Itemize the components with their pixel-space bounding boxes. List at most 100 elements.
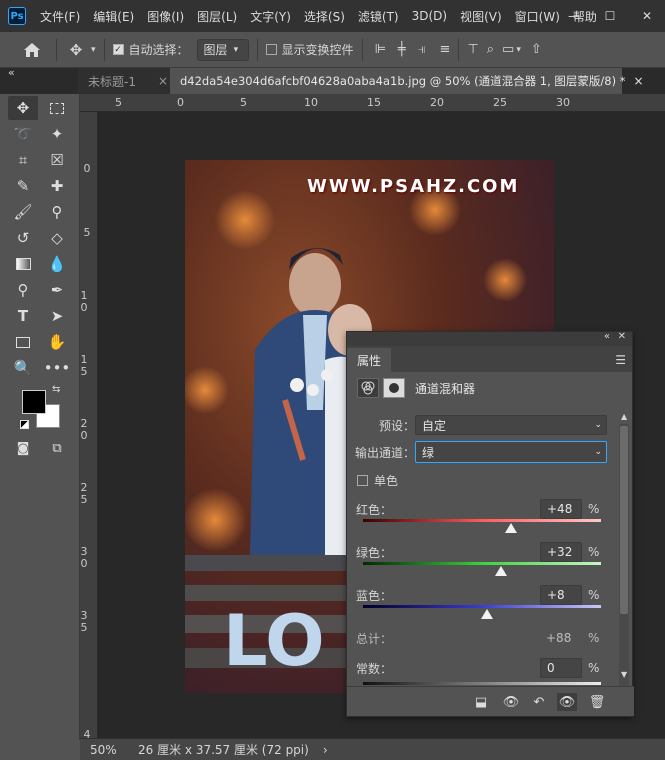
default-colors-icon[interactable]	[20, 420, 29, 429]
clip-to-layer-icon[interactable]: ⬓	[471, 693, 491, 711]
search-icon[interactable]: ⌕	[487, 42, 494, 57]
divider	[56, 38, 57, 61]
lasso-tool-icon[interactable]: ➰	[8, 122, 38, 146]
red-slider-thumb[interactable]	[504, 523, 517, 533]
frame-tool-icon[interactable]: ☒	[42, 148, 72, 172]
swap-colors-icon[interactable]: ⇆	[52, 384, 60, 395]
scroll-up-icon[interactable]: ▲	[621, 412, 627, 421]
pen-tool-icon[interactable]: ✒	[42, 278, 72, 302]
layer-mask-icon[interactable]	[383, 378, 405, 398]
align-left-icon[interactable]: ⊫	[375, 42, 386, 57]
preset-label: 预设：	[378, 418, 415, 433]
quick-mask-icon[interactable]: ◙	[8, 436, 38, 460]
menu-window[interactable]: 窗口(W)	[515, 8, 560, 25]
output-channel-label: 输出通道：	[354, 445, 415, 460]
menu-type[interactable]: 文字(Y)	[250, 8, 291, 25]
menu-3d[interactable]: 3D(D)	[412, 9, 447, 23]
auto-select-checkbox[interactable]: ✓	[112, 44, 124, 55]
reset-icon[interactable]: ↶	[529, 693, 549, 711]
red-slider-track[interactable]	[363, 519, 601, 522]
close-icon[interactable]: ×	[633, 74, 643, 88]
output-channel-dropdown[interactable]: 绿 ⌄	[415, 441, 607, 463]
menu-layer[interactable]: 图层(L)	[197, 8, 237, 25]
show-transform-checkbox[interactable]	[265, 44, 277, 55]
auto-select-label: 自动选择：	[128, 43, 189, 57]
home-icon[interactable]	[16, 37, 48, 63]
hand-tool-icon[interactable]: ✋	[42, 330, 72, 354]
collapse-icon[interactable]: «	[604, 331, 610, 342]
align-top-icon[interactable]: ⊤	[467, 42, 478, 57]
chevron-down-icon[interactable]: ▾	[516, 45, 521, 55]
tab-active-document[interactable]: d42da54e304d6afcbf04628a0aba4a1b.jpg @ 5…	[170, 68, 644, 94]
dodge-tool-icon[interactable]: ⚲	[8, 278, 38, 302]
chevron-down-icon[interactable]: ▾	[91, 45, 96, 55]
marquee-tool-icon[interactable]	[42, 96, 72, 120]
menu-view[interactable]: 视图(V)	[460, 8, 502, 25]
document-info[interactable]: 26 厘米 x 37.57 厘米 (72 ppi)	[138, 741, 309, 758]
menu-select[interactable]: 选择(S)	[304, 8, 345, 25]
stamp-tool-icon[interactable]: ⚲	[42, 200, 72, 224]
panel-title-bar[interactable]: « ✕	[347, 331, 632, 346]
brush-tool-icon[interactable]: 🖌	[8, 200, 38, 224]
share-icon[interactable]: ⇧	[531, 42, 542, 57]
eraser-tool-icon[interactable]: ◇	[42, 226, 72, 250]
align-right-icon[interactable]: ⫣	[418, 42, 426, 57]
red-value-input[interactable]: +48	[540, 499, 582, 519]
trash-icon[interactable]: 🗑	[587, 693, 607, 711]
green-value-input[interactable]: +32	[540, 542, 582, 562]
constant-slider-track[interactable]	[363, 682, 601, 685]
panel-scrollbar[interactable]	[619, 424, 629, 686]
type-tool-icon[interactable]: T	[8, 304, 38, 328]
close-window-button[interactable]: ✕	[629, 0, 665, 32]
move-tool-icon[interactable]: ✥	[65, 39, 87, 61]
menu-image[interactable]: 图像(I)	[147, 8, 184, 25]
panel-menu-icon[interactable]: ☰	[615, 353, 626, 367]
preset-dropdown[interactable]: 自定 ⌄	[415, 415, 607, 435]
crop-tool-icon[interactable]: ⌗	[8, 148, 38, 172]
zoom-level[interactable]: 50%	[90, 743, 136, 757]
close-icon[interactable]: ×	[158, 74, 168, 88]
constant-value-input[interactable]: 0	[540, 658, 582, 678]
menu-filter[interactable]: 滤镜(T)	[358, 8, 399, 25]
total-unit: %	[588, 631, 600, 645]
status-menu-arrow[interactable]: ›	[323, 743, 328, 757]
history-brush-icon[interactable]: ↺	[8, 226, 38, 250]
more-tools-icon[interactable]: •••	[42, 356, 72, 380]
tab-untitled[interactable]: 未标题-1 ×	[78, 68, 170, 94]
zoom-tool-icon[interactable]: 🔍	[8, 356, 38, 380]
green-slider-track[interactable]	[363, 562, 601, 565]
visibility-eye-icon[interactable]: 👁	[557, 693, 577, 711]
blur-tool-icon[interactable]: 💧	[42, 252, 72, 276]
view-previous-icon[interactable]: 👁	[501, 693, 521, 711]
eyedropper-icon[interactable]: ✎	[8, 174, 38, 198]
move-tool-icon[interactable]: ✥	[8, 96, 38, 120]
tab-properties[interactable]: 属性	[347, 348, 392, 372]
auto-select-target-dropdown[interactable]: 图层 ▾	[196, 38, 249, 61]
monochrome-checkbox[interactable]	[357, 474, 368, 486]
workspace-icon[interactable]: ▭	[502, 42, 514, 57]
gradient-tool-icon[interactable]	[8, 252, 38, 276]
path-select-icon[interactable]: ➤	[42, 304, 72, 328]
divider	[256, 38, 258, 61]
blue-value-input[interactable]: +8	[540, 585, 582, 605]
maximize-button[interactable]: ☐	[592, 0, 628, 32]
rectangle-tool-icon[interactable]	[8, 330, 38, 354]
menu-file[interactable]: 文件(F)	[40, 8, 80, 25]
green-slider-thumb[interactable]	[495, 566, 508, 576]
healing-brush-icon[interactable]: ✚	[42, 174, 72, 198]
blue-slider-thumb[interactable]	[480, 609, 493, 619]
minimize-button[interactable]: —	[556, 0, 592, 32]
screen-mode-icon[interactable]: ⧉	[42, 436, 72, 460]
blue-slider-track[interactable]	[363, 605, 601, 608]
monochrome-label: 单色	[374, 473, 399, 488]
foreground-color-swatch[interactable]	[22, 390, 46, 414]
collapse-panels-icon[interactable]: «	[8, 66, 15, 79]
close-icon[interactable]: ✕	[618, 331, 626, 342]
scroll-down-icon[interactable]: ▼	[621, 670, 627, 679]
menu-edit[interactable]: 编辑(E)	[93, 8, 134, 25]
scrollbar-thumb[interactable]	[620, 426, 628, 614]
magic-wand-icon[interactable]: ✦	[42, 122, 72, 146]
distribute-icon[interactable]: ≡	[440, 42, 451, 57]
watermark-text: WWW.PSAHZ.COM	[307, 176, 520, 197]
align-center-icon[interactable]: ╪	[398, 42, 406, 57]
